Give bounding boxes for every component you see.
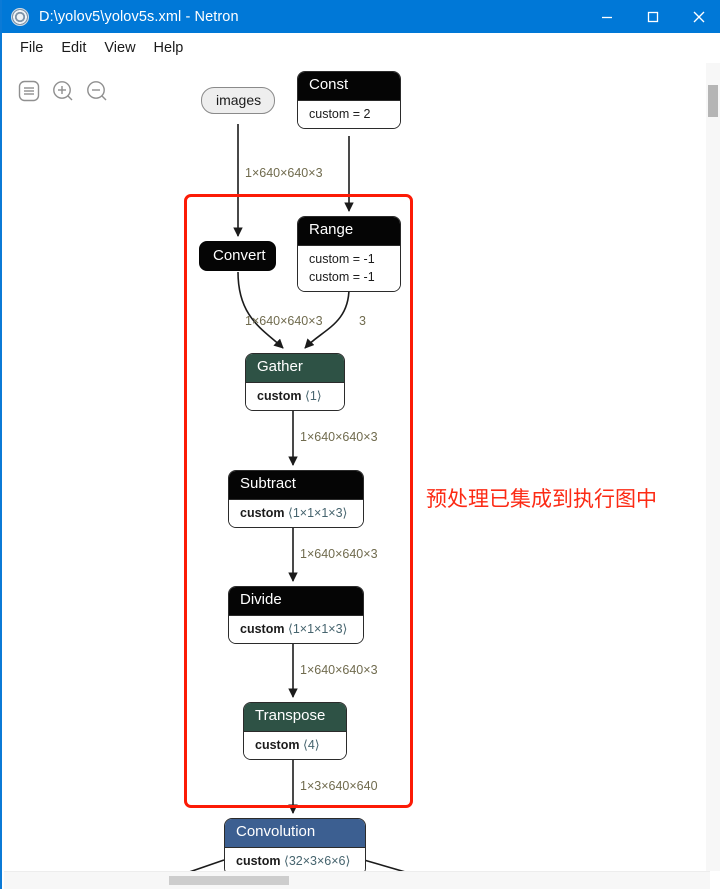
horizontal-scrollbar[interactable] [4,871,710,889]
netron-app-icon [11,7,29,26]
node-title-transpose: Transpose [244,703,346,731]
node-attr: custom = -1 [309,251,375,266]
graph-node-range[interactable]: Range custom = -1 custom = -1 [297,216,401,292]
node-attr-value: ⟨1×1×1×3⟩ [287,505,348,520]
node-title-images: images [216,92,262,108]
node-title-subtract: Subtract [229,471,363,499]
node-attr-key: custom [240,621,285,636]
edge-convolution-out-right [363,859,405,871]
maximize-button[interactable] [630,0,676,33]
node-title-const: Const [298,72,400,100]
node-attr-value: ⟨1⟩ [304,388,322,403]
graph-node-const[interactable]: Const custom = 2 [297,71,401,129]
node-attr-value: ⟨1×1×1×3⟩ [287,621,348,636]
graph-toolbar [16,78,110,104]
node-attrs-convolution: custom ⟨32×3×6×6⟩ [225,846,365,871]
node-attr: custom ⟨4⟩ [255,736,335,754]
zoom-out-icon[interactable] [84,78,110,104]
title-bar: D:\yolov5\yolov5s.xml - Netron [2,0,720,33]
node-title-convert: Convert [213,247,266,264]
close-button[interactable] [676,0,720,33]
graph-canvas[interactable]: images Const custom = 2 Convert Range cu… [4,63,710,871]
graph-node-divide[interactable]: Divide custom ⟨1×1×1×3⟩ [228,586,364,644]
node-attr-key: custom [255,737,300,752]
window-title: D:\yolov5\yolov5s.xml - Netron [39,8,239,25]
graph-node-convolution[interactable]: Convolution custom ⟨32×3×6×6⟩ [224,818,366,871]
graph-node-subtract[interactable]: Subtract custom ⟨1×1×1×3⟩ [228,470,364,528]
menu-icon[interactable] [16,78,42,104]
node-attrs-divide: custom ⟨1×1×1×3⟩ [229,614,363,643]
edge-label-divide-transpose: 1×640×640×3 [300,663,378,677]
horizontal-scrollbar-thumb[interactable] [169,876,289,885]
node-attr: custom ⟨32×3×6×6⟩ [236,852,354,870]
node-attr-key: custom [240,505,285,520]
vertical-scrollbar[interactable] [706,63,720,871]
menu-item-file[interactable]: File [11,38,52,58]
node-attr-key: custom [257,388,302,403]
graph-node-transpose[interactable]: Transpose custom ⟨4⟩ [243,702,347,760]
zoom-in-icon[interactable] [50,78,76,104]
node-attrs-range: custom = -1 custom = -1 [298,244,400,291]
node-attrs-transpose: custom ⟨4⟩ [244,730,346,759]
minimize-button[interactable] [584,0,630,33]
node-attr: custom ⟨1⟩ [257,387,333,405]
node-attrs-const: custom = 2 [298,99,400,128]
graph-node-gather[interactable]: Gather custom ⟨1⟩ [245,353,345,411]
node-title-gather: Gather [246,354,344,382]
edge-label-convert-gather: 1×640×640×3 [245,314,323,328]
menu-item-edit[interactable]: Edit [52,38,95,58]
edge-label-gather-subtract: 1×640×640×3 [300,430,378,444]
node-attr-key: custom [236,853,281,868]
node-attrs-subtract: custom ⟨1×1×1×3⟩ [229,498,363,527]
menu-item-help[interactable]: Help [145,38,193,58]
edge-label-images-convert: 1×640×640×3 [245,166,323,180]
node-attrs-gather: custom ⟨1⟩ [246,381,344,410]
annotation-text: 预处理已集成到执行图中 [426,487,657,511]
window-controls [584,0,720,33]
vertical-scrollbar-thumb[interactable] [708,85,718,117]
node-attr: custom = -1 [309,269,375,284]
node-attr: custom ⟨1×1×1×3⟩ [240,504,352,522]
edge-label-transpose-convolution: 1×3×640×640 [300,779,378,793]
menu-bar: File Edit View Help [2,33,720,63]
node-attr-value: ⟨32×3×6×6⟩ [283,853,351,868]
edge-label-range-gather: 3 [359,314,366,328]
node-title-divide: Divide [229,587,363,615]
node-title-range: Range [298,217,400,245]
graph-node-images[interactable]: images [201,87,275,114]
menu-item-view[interactable]: View [95,38,144,58]
edge-label-subtract-divide: 1×640×640×3 [300,547,378,561]
node-attr-value: ⟨4⟩ [302,737,320,752]
graph-node-convert[interactable]: Convert [199,241,276,271]
edge-convolution-out-left [189,859,225,871]
node-attr: custom ⟨1×1×1×3⟩ [240,620,352,638]
node-attr: custom = 2 [309,106,371,121]
netron-window: D:\yolov5\yolov5s.xml - Netron File Edit… [0,0,720,889]
node-title-convolution: Convolution [225,819,365,847]
